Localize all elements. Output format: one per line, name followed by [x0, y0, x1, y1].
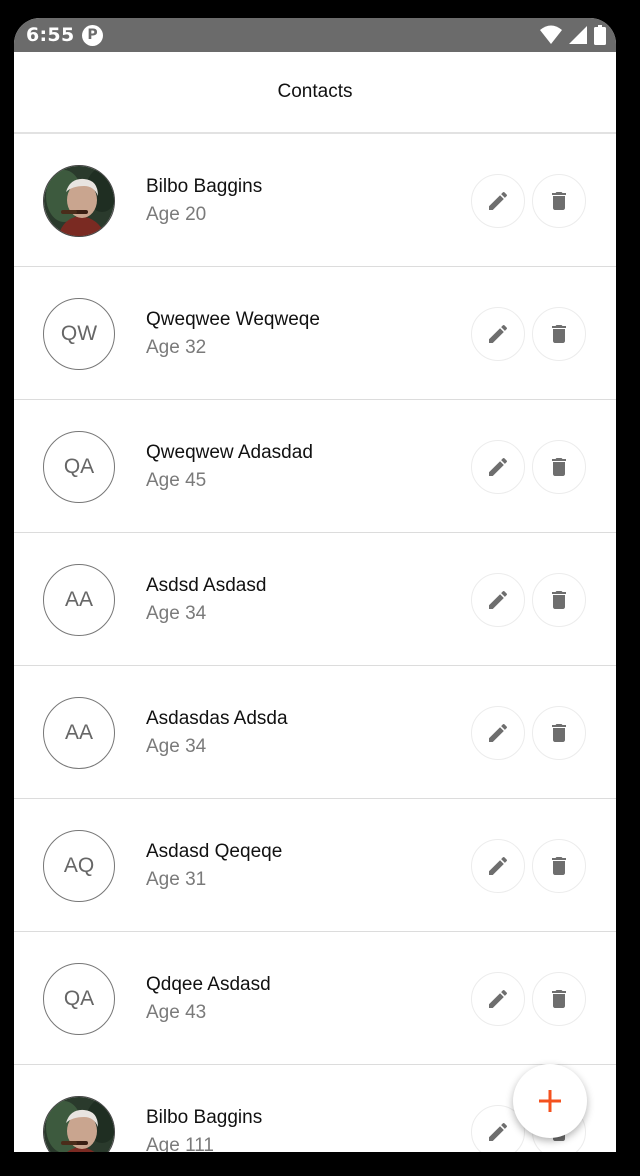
- avatar-photo: [44, 166, 114, 236]
- list-item[interactable]: QA Qweqwew Adasdad Age 45: [14, 400, 616, 533]
- contact-name: Bilbo Baggins: [146, 1107, 263, 1128]
- trash-icon: [552, 857, 566, 875]
- status-time: 6:55: [26, 24, 75, 46]
- delete-contact-button[interactable]: [532, 706, 586, 760]
- avatar-initials: AA: [43, 564, 115, 636]
- contact-age: Age 43: [146, 1002, 207, 1023]
- delete-contact-button[interactable]: [532, 573, 586, 627]
- battery-icon: [594, 25, 606, 45]
- contact-name: Asdsd Asdasd: [146, 575, 267, 596]
- cellular-signal-icon: [569, 26, 587, 44]
- avatar-initials: QA: [43, 431, 115, 503]
- trash-icon: [552, 325, 566, 343]
- pencil-icon: [489, 324, 508, 343]
- contact-name: Qdqee Asdasd: [146, 974, 271, 995]
- avatar: [43, 165, 115, 237]
- edit-contact-button[interactable]: [471, 307, 525, 361]
- trash-icon: [552, 458, 566, 476]
- pencil-icon: [489, 856, 508, 875]
- plus-icon: [539, 1090, 561, 1112]
- contact-age: Age 34: [146, 603, 207, 624]
- list-item[interactable]: Bilbo Baggins Age 20: [14, 134, 616, 267]
- app-bar: Contacts: [14, 52, 616, 134]
- avatar-initials: QA: [43, 963, 115, 1035]
- contact-age: Age 20: [146, 204, 207, 225]
- contact-age: Age 111: [146, 1135, 214, 1152]
- avatar-initials: QW: [43, 298, 115, 370]
- contact-name: Bilbo Baggins: [146, 176, 263, 197]
- list-item[interactable]: AA Asdasdas Adsda Age 34: [14, 666, 616, 799]
- delete-contact-button[interactable]: [532, 839, 586, 893]
- pencil-icon: [489, 191, 508, 210]
- pencil-icon: [489, 989, 508, 1008]
- edit-contact-button[interactable]: [471, 972, 525, 1026]
- list-item[interactable]: QW Qweqwee Weqweqe Age 32: [14, 267, 616, 400]
- edit-contact-button[interactable]: [471, 706, 525, 760]
- avatar-photo: [44, 1097, 114, 1152]
- contact-name: Qweqwee Weqweqe: [146, 309, 320, 330]
- delete-contact-button[interactable]: [532, 972, 586, 1026]
- status-icons: [540, 24, 606, 46]
- pencil-icon: [489, 1122, 508, 1141]
- trash-icon: [552, 591, 566, 609]
- pencil-icon: [489, 723, 508, 742]
- contact-age: Age 32: [146, 337, 207, 358]
- trash-icon: [552, 990, 566, 1008]
- delete-contact-button[interactable]: [532, 307, 586, 361]
- list-item[interactable]: AA Asdsd Asdasd Age 34: [14, 533, 616, 666]
- page-title: Contacts: [277, 81, 353, 102]
- edit-contact-button[interactable]: [471, 839, 525, 893]
- trash-icon: [552, 192, 566, 210]
- contact-age: Age 31: [146, 869, 207, 890]
- pencil-icon: [489, 457, 508, 476]
- status-bar: 6:55 P: [14, 18, 616, 52]
- contact-age: Age 34: [146, 736, 207, 757]
- edit-contact-button[interactable]: [471, 174, 525, 228]
- contact-age: Age 45: [146, 470, 207, 491]
- contact-name: Asdasd Qeqeqe: [146, 841, 283, 862]
- pencil-icon: [489, 590, 508, 609]
- delete-contact-button[interactable]: [532, 174, 586, 228]
- trash-icon: [552, 724, 566, 742]
- add-contact-button[interactable]: [513, 1064, 587, 1138]
- edit-contact-button[interactable]: [471, 440, 525, 494]
- list-item[interactable]: QA Qdqee Asdasd Age 43: [14, 932, 616, 1065]
- delete-contact-button[interactable]: [532, 440, 586, 494]
- contact-name: Qweqwew Adasdad: [146, 442, 313, 463]
- edit-contact-button[interactable]: [471, 573, 525, 627]
- contact-list: Bilbo Baggins Age 20 QW Qweqwee Weqweqe Age …: [14, 134, 616, 1152]
- avatar-initials: AA: [43, 697, 115, 769]
- app-screen: 6:55 P Contacts Bilbo Baggins Age 20 QW Qwe…: [14, 18, 616, 1152]
- contact-name: Asdasdas Adsda: [146, 708, 288, 729]
- app-notification-icon: P: [82, 25, 103, 46]
- list-item[interactable]: AQ Asdasd Qeqeqe Age 31: [14, 799, 616, 932]
- avatar-initials: AQ: [43, 830, 115, 902]
- avatar: [43, 1096, 115, 1152]
- wifi-icon: [540, 25, 562, 44]
